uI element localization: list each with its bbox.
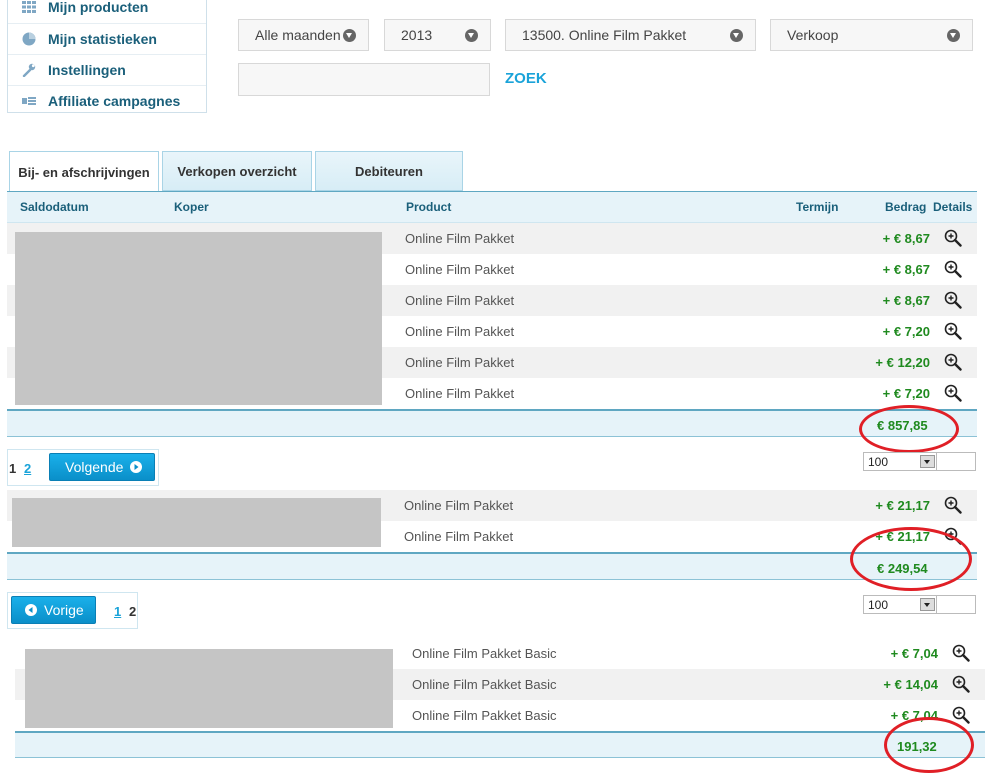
prev-page-button[interactable]: Vorige: [11, 596, 96, 624]
transactions-section-1: Online Film Pakket + € 8,67 Online Film …: [7, 223, 977, 409]
product-cell: Online Film Pakket Basic: [412, 646, 557, 661]
amount-cell: + € 7,20: [882, 386, 930, 401]
sidebar-item-mijn-producten[interactable]: Mijn producten: [8, 0, 206, 22]
arrow-right-icon: [130, 461, 143, 473]
page-link-2[interactable]: 2: [24, 461, 31, 476]
zoom-in-icon[interactable]: [952, 644, 970, 662]
year-select[interactable]: 2013: [384, 19, 491, 51]
transactions-section-2: Online Film Pakket + € 21,17 Online Film…: [7, 490, 977, 552]
divider: [936, 596, 937, 613]
chevron-down-icon: [920, 455, 935, 468]
pie-chart-icon: [22, 32, 38, 46]
column-header-details: Details: [933, 200, 973, 214]
product-select[interactable]: 13500. Online Film Pakket: [505, 19, 756, 51]
sidebar-item-label: Affiliate campagnes: [48, 93, 181, 109]
amount-cell: + € 8,67: [882, 293, 930, 308]
sidebar-item-label: Mijn statistieken: [48, 31, 157, 47]
type-select[interactable]: Verkoop: [770, 19, 973, 51]
product-cell: Online Film Pakket: [405, 293, 515, 308]
transactions-section-3: Online Film Pakket Basic + € 7,04 Online…: [15, 638, 985, 731]
divider: [936, 453, 937, 470]
zoom-in-icon[interactable]: [944, 384, 962, 402]
zoom-in-icon[interactable]: [944, 353, 962, 371]
product-cell: Online Film Pakket: [405, 262, 515, 277]
arrow-left-icon: [25, 604, 37, 616]
redacted-block: [12, 498, 381, 547]
column-header-termijn[interactable]: Termijn: [796, 200, 838, 214]
annotation-circle: [859, 405, 959, 453]
sidebar-item-label: Mijn producten: [48, 0, 149, 15]
page-current: 2: [129, 604, 137, 619]
prev-page-label: Vorige: [44, 602, 84, 618]
section-total-row: € 857,85: [7, 409, 977, 437]
amount-cell: + € 12,20: [875, 355, 930, 370]
product-cell: Online Film Pakket: [405, 324, 515, 339]
redacted-block: [15, 232, 382, 405]
wrench-icon: [22, 63, 38, 78]
chevron-down-icon: [947, 29, 960, 42]
chevron-down-icon: [920, 598, 935, 611]
product-select-value: 13500. Online Film Pakket: [522, 27, 687, 43]
year-select-value: 2013: [401, 27, 433, 43]
campaign-icon: [22, 94, 38, 108]
product-cell: Online Film Pakket: [404, 498, 514, 513]
column-header-product[interactable]: Product: [406, 200, 451, 214]
per-page-select[interactable]: 100: [863, 452, 976, 471]
zoom-in-icon[interactable]: [944, 229, 962, 247]
tab-verkopen-overzicht[interactable]: Verkopen overzicht: [162, 151, 312, 191]
zoom-in-icon[interactable]: [944, 291, 962, 309]
product-cell: Online Film Pakket: [405, 355, 515, 370]
month-select-value: Alle maanden: [255, 27, 341, 43]
per-page-value: 100: [868, 455, 889, 469]
amount-cell: + € 7,20: [882, 324, 930, 339]
per-page-value: 100: [868, 598, 889, 612]
amount-cell: + € 14,04: [883, 677, 938, 692]
amount-cell: + € 7,04: [890, 646, 938, 661]
next-page-label: Volgende: [65, 459, 124, 475]
chevron-down-icon: [730, 29, 743, 42]
redacted-block: [25, 649, 393, 728]
annotation-circle: [850, 527, 972, 591]
annotation-circle: [884, 717, 974, 773]
section-total-row: 191,32: [15, 731, 985, 758]
product-cell: Online Film Pakket Basic: [412, 708, 557, 723]
page-link-1[interactable]: 1: [114, 604, 121, 619]
search-button[interactable]: ZOEK: [505, 70, 547, 87]
pagination: 1 2 Volgende: [7, 449, 159, 486]
product-cell: Online Film Pakket: [405, 231, 515, 246]
sidebar-item-label: Instellingen: [48, 62, 126, 78]
per-page-select[interactable]: 100: [863, 595, 976, 614]
search-input[interactable]: [238, 63, 490, 96]
amount-cell: + € 21,17: [875, 498, 930, 513]
tab-debiteuren[interactable]: Debiteuren: [315, 151, 463, 191]
zoom-in-icon[interactable]: [952, 675, 970, 693]
zoom-in-icon[interactable]: [944, 260, 962, 278]
table-header: Saldodatum Koper Product Termijn Bedrag …: [7, 192, 977, 223]
sidebar-menu: Mijn producten Mijn statistieken Instell…: [7, 0, 207, 113]
zoom-in-icon[interactable]: [944, 496, 962, 514]
product-cell: Online Film Pakket: [405, 386, 515, 401]
column-header-koper[interactable]: Koper: [174, 200, 209, 214]
tab-bij-en-afschrijvingen[interactable]: Bij- en afschrijvingen: [9, 151, 159, 192]
sidebar-item-mijn-statistieken[interactable]: Mijn statistieken: [8, 23, 206, 54]
amount-cell: + € 8,67: [882, 231, 930, 246]
pagination: Vorige 1 2: [7, 592, 138, 629]
chevron-down-icon: [465, 29, 478, 42]
type-select-value: Verkoop: [787, 27, 839, 43]
product-cell: Online Film Pakket Basic: [412, 677, 557, 692]
column-header-saldodatum[interactable]: Saldodatum: [20, 200, 89, 214]
next-page-button[interactable]: Volgende: [49, 453, 155, 481]
grid-icon: [22, 0, 38, 14]
product-cell: Online Film Pakket: [404, 529, 514, 544]
zoom-in-icon[interactable]: [944, 322, 962, 340]
month-select[interactable]: Alle maanden: [238, 19, 369, 51]
section-total-row: € 249,54: [7, 552, 977, 580]
amount-cell: + € 8,67: [882, 262, 930, 277]
sidebar-item-instellingen[interactable]: Instellingen: [8, 54, 206, 85]
column-header-bedrag[interactable]: Bedrag: [885, 200, 926, 214]
page-current: 1: [9, 461, 17, 476]
sidebar-item-affiliate-campagnes[interactable]: Affiliate campagnes: [8, 85, 206, 116]
chevron-down-icon: [343, 29, 356, 42]
